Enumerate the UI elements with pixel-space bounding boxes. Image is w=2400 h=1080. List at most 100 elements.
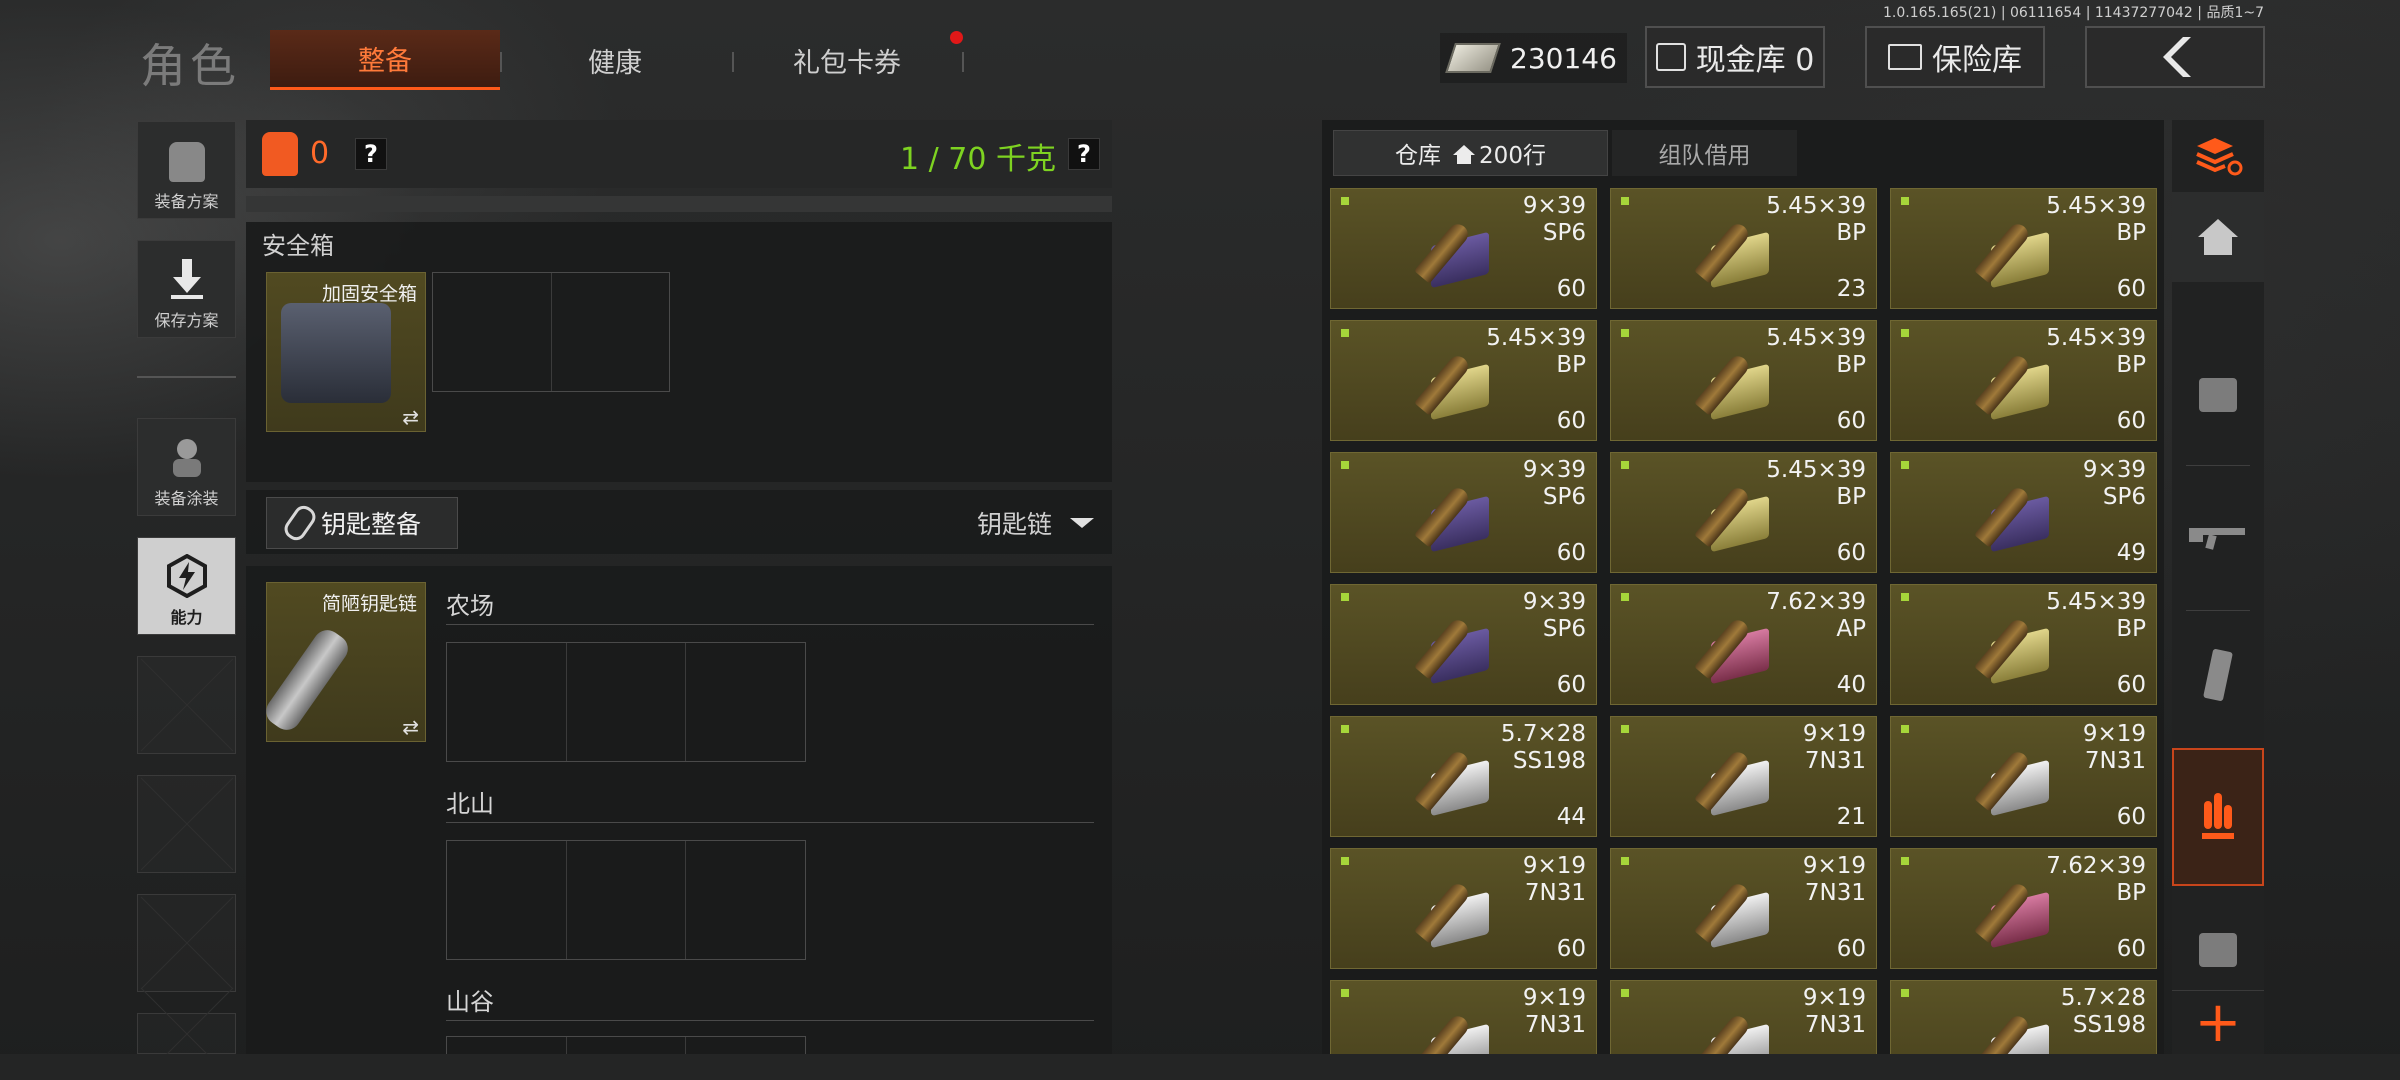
ammo-type: AP xyxy=(1836,616,1866,642)
status-dot xyxy=(1901,461,1909,469)
ammo-type: BP xyxy=(2116,352,2146,378)
tab-equipment[interactable]: 整备 xyxy=(270,30,500,90)
ammo-item[interactable]: 9×39 SP6 49 xyxy=(1890,452,2157,573)
slot[interactable] xyxy=(447,643,567,761)
slot[interactable] xyxy=(447,841,567,959)
currency-display: 230146 xyxy=(1440,33,1627,83)
ammo-caliber: 9×39 SP6 xyxy=(1523,457,1586,511)
loadout-plan-button[interactable]: 装备方案 xyxy=(137,121,236,219)
ammo-count: 60 xyxy=(1836,408,1866,434)
help-button[interactable]: ? xyxy=(355,138,387,170)
cash-vault-button[interactable]: 现金库 0 xyxy=(1645,26,1825,88)
divider-strip xyxy=(246,196,1112,212)
status-dot xyxy=(1901,593,1909,601)
caliber-text: 9×39 xyxy=(2082,457,2146,483)
ammo-type: SP6 xyxy=(1542,220,1586,246)
ammo-item[interactable]: 5.45×39 BP 60 xyxy=(1890,584,2157,705)
ammo-caliber: 5.7×28 SS198 xyxy=(1501,721,1586,775)
tab-label: 健康 xyxy=(588,47,642,79)
ammo-count: 21 xyxy=(1836,804,1866,830)
ammo-item[interactable]: 5.45×39 BP 60 xyxy=(1610,452,1877,573)
status-dot xyxy=(1901,857,1909,865)
add-button[interactable]: + xyxy=(2172,990,2264,1054)
status-dot xyxy=(1621,461,1629,469)
tab-health[interactable]: 健康 xyxy=(510,30,720,90)
swap-icon[interactable]: ⇄ xyxy=(402,715,419,739)
medical-category-button[interactable] xyxy=(2172,910,2264,990)
ammo-type: BP xyxy=(1556,352,1586,378)
equipment-skin-button[interactable]: 装备涂装 xyxy=(137,418,236,516)
ammo-item[interactable]: 5.45×39 BP 23 xyxy=(1610,188,1877,309)
key-loadout-button[interactable]: 钥匙整备 xyxy=(266,497,458,549)
ammo-item[interactable]: 5.45×39 BP 60 xyxy=(1610,320,1877,441)
weapon-category-button[interactable] xyxy=(2172,490,2264,580)
slot[interactable] xyxy=(686,1037,805,1054)
caliber-text: 5.45×39 xyxy=(2046,193,2146,219)
tab-team-borrow[interactable]: 组队借用 xyxy=(1612,130,1797,176)
tab-warehouse[interactable]: 仓库 200行 xyxy=(1333,130,1608,176)
ammo-item[interactable]: 5.45×39 BP 60 xyxy=(1890,320,2157,441)
armor-category-button[interactable] xyxy=(2172,350,2264,440)
tab-label: 礼包卡券 xyxy=(793,47,901,79)
ammo-item[interactable]: 9×39 SP6 60 xyxy=(1330,188,1597,309)
divider xyxy=(2186,465,2250,466)
slot[interactable] xyxy=(567,643,687,761)
ammo-item[interactable]: 9×19 7N31 xyxy=(1330,980,1597,1054)
ammo-item[interactable]: 5.45×39 BP 60 xyxy=(1330,320,1597,441)
lightning-hexagon-icon xyxy=(166,554,207,598)
slot[interactable] xyxy=(686,643,805,761)
slot[interactable] xyxy=(447,1037,567,1054)
ammo-item[interactable]: 9×39 SP6 60 xyxy=(1330,584,1597,705)
divider xyxy=(2186,610,2250,611)
insurance-vault-button[interactable]: 保险库 xyxy=(1865,26,2045,88)
ammo-item[interactable]: 5.7×28 SS198 44 xyxy=(1330,716,1597,837)
home-icon xyxy=(1453,145,1476,164)
tab-gift-vouchers[interactable]: 礼包卡券 xyxy=(742,30,952,90)
ammo-count: 60 xyxy=(2116,804,2146,830)
ammo-item[interactable]: 9×19 7N31 21 xyxy=(1610,716,1877,837)
ammo-type: 7N31 xyxy=(1804,1012,1866,1038)
ammo-category-button[interactable] xyxy=(2172,748,2264,886)
caliber-text: 5.45×39 xyxy=(2046,589,2146,615)
save-plan-button[interactable]: 保存方案 xyxy=(137,240,236,338)
ammo-item[interactable]: 9×19 7N31 60 xyxy=(1890,716,2157,837)
ammo-type: BP xyxy=(2116,616,2146,642)
slot[interactable] xyxy=(433,273,552,391)
version-info: 1.0.165.165(21) | 06111654 | 11437277042… xyxy=(1883,5,2264,21)
ammo-item[interactable]: 5.45×39 BP 60 xyxy=(1890,188,2157,309)
slot[interactable] xyxy=(552,273,670,391)
keychain-item[interactable]: 简陋钥匙链 ⇄ xyxy=(260,582,426,742)
ammo-item[interactable]: 9×19 7N31 60 xyxy=(1330,848,1597,969)
safe-box-item[interactable]: 加固安全箱 ⇄ xyxy=(266,272,426,432)
slot[interactable] xyxy=(567,841,687,959)
ammo-icon xyxy=(2202,793,2234,839)
ammo-type: 7N31 xyxy=(1804,880,1866,906)
key-slots xyxy=(446,1036,806,1054)
ammo-caliber: 9×19 7N31 xyxy=(1803,985,1866,1039)
ammo-item[interactable]: 5.7×28 SS198 xyxy=(1890,980,2157,1054)
ammo-item[interactable]: 7.62×39 AP 40 xyxy=(1610,584,1877,705)
ammo-count: 60 xyxy=(2116,936,2146,962)
slot[interactable] xyxy=(686,841,805,959)
swap-icon[interactable]: ⇄ xyxy=(402,405,419,429)
weight-help-button[interactable]: ? xyxy=(1068,138,1100,170)
ammo-caliber: 9×19 7N31 xyxy=(1803,721,1866,775)
kit-icon xyxy=(2199,933,2237,967)
ammo-item[interactable]: 9×39 SP6 60 xyxy=(1330,452,1597,573)
ammo-count: 60 xyxy=(1556,540,1586,566)
ability-button[interactable]: 能力 xyxy=(137,537,236,635)
status-dot xyxy=(1341,725,1349,733)
ammo-item[interactable]: 9×19 7N31 60 xyxy=(1610,848,1877,969)
ammo-item[interactable]: 9×19 7N31 xyxy=(1610,980,1877,1054)
status-dot xyxy=(1621,989,1629,997)
magazine-category-button[interactable] xyxy=(2172,630,2264,720)
ammo-type: SP6 xyxy=(1542,484,1586,510)
ammo-item[interactable]: 7.62×39 BP 60 xyxy=(1890,848,2157,969)
home-category-button[interactable] xyxy=(2172,192,2264,282)
keychain-dropdown[interactable]: 钥匙链 xyxy=(977,505,1095,541)
sort-refresh-button[interactable] xyxy=(2172,122,2264,190)
ammo-caliber: 5.45×39 BP xyxy=(1766,457,1866,511)
caliber-text: 9×19 xyxy=(1522,985,1586,1011)
slot[interactable] xyxy=(567,1037,687,1054)
back-button[interactable] xyxy=(2085,26,2265,88)
